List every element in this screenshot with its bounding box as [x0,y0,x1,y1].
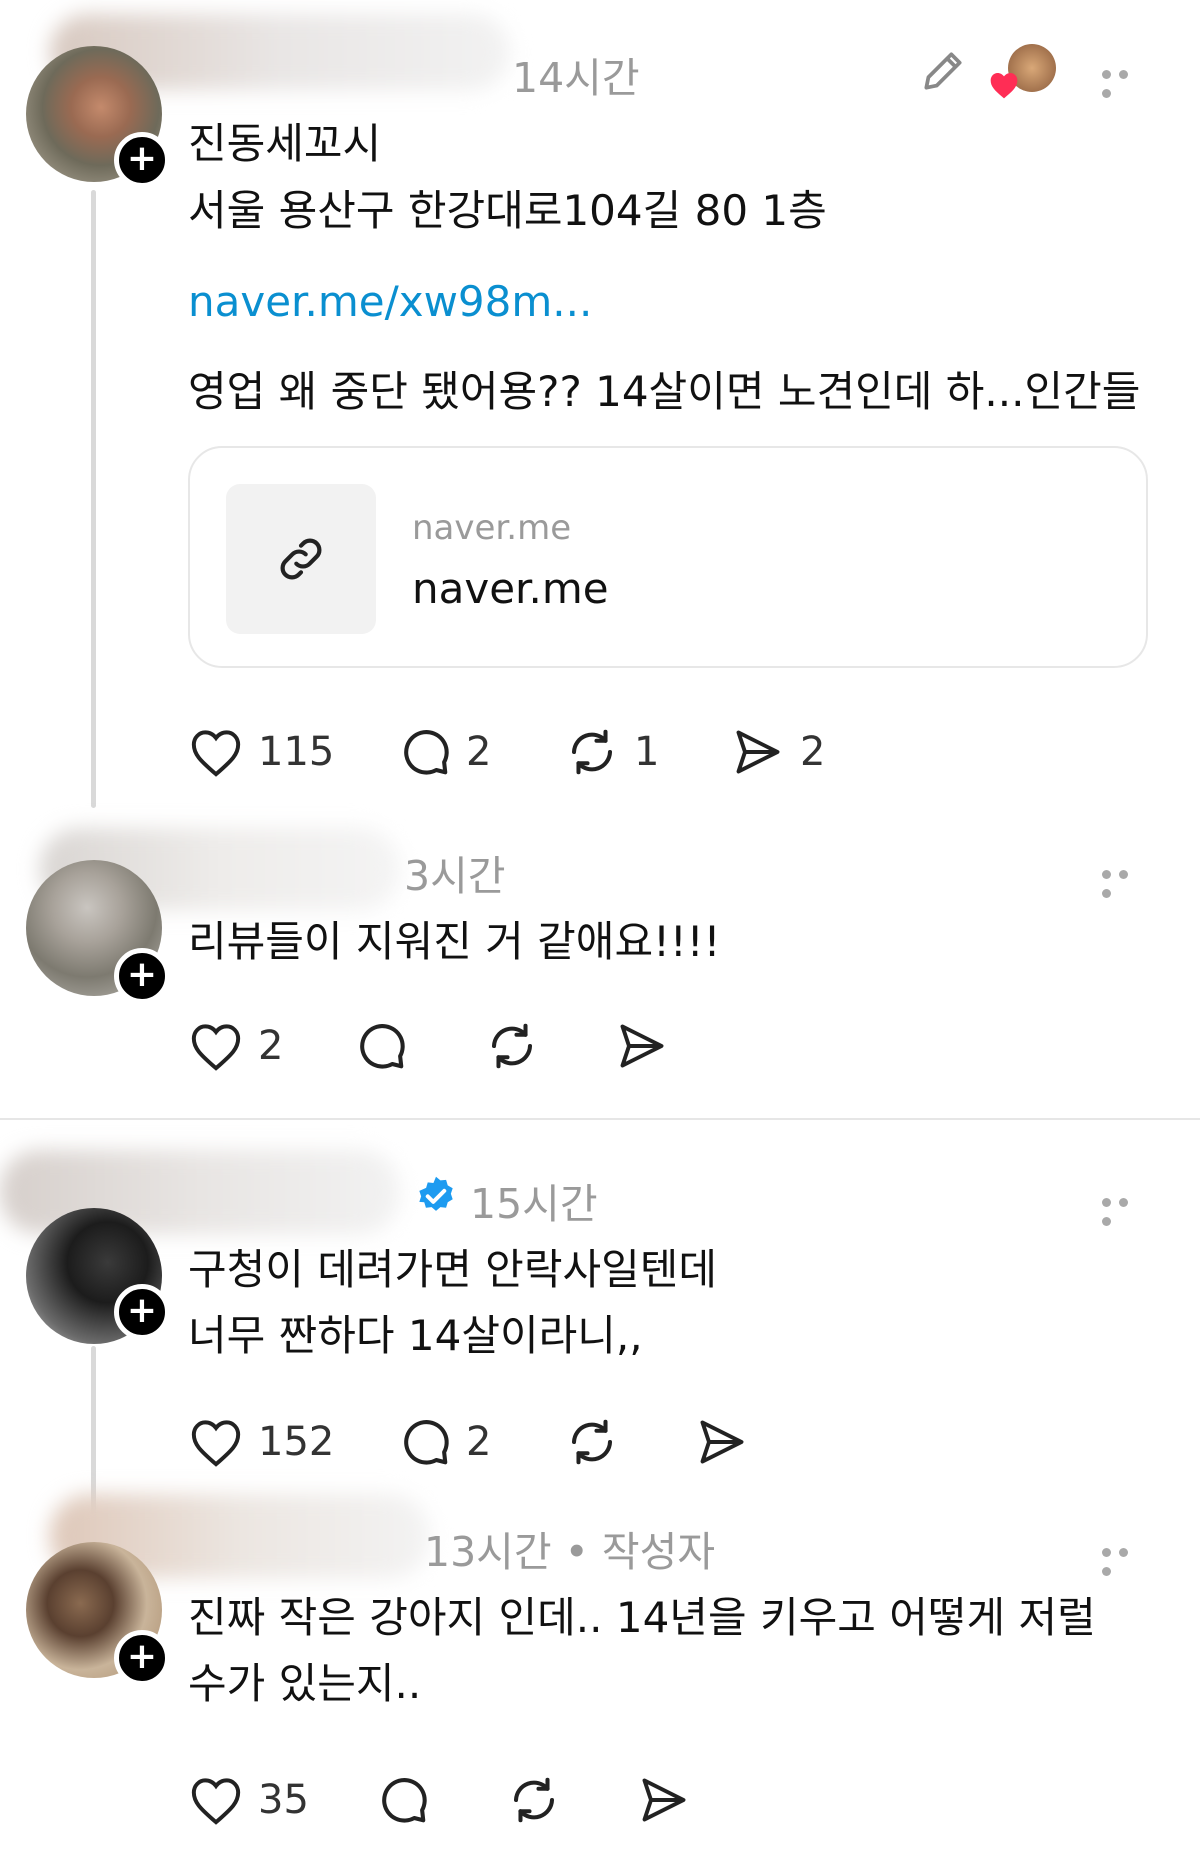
post-3: + 15시간 구청이 데려가면 안락사일텐데 너무 짠하다 14살이라니,, 1… [0,1120,1200,1622]
share-button[interactable]: 2 [730,726,825,778]
follow-button[interactable]: + [114,132,170,188]
send-icon [736,730,780,774]
repost-button[interactable] [564,1415,694,1469]
post-text-line: 수가 있는지.. [188,1659,422,1708]
post-actions: 115 2 1 2 [188,722,825,782]
post-text-line: 진동세꼬시 [188,119,382,168]
reply-button[interactable] [354,1019,484,1073]
post-time: 3시간 [404,852,506,900]
reply-count: 2 [466,729,492,775]
share-button[interactable] [694,1416,750,1468]
more-dots-icon[interactable] [1102,1192,1148,1226]
like-button[interactable]: 35 [188,1774,376,1826]
heart-icon [191,1778,241,1825]
send-icon [620,1024,664,1068]
reply-count: 2 [466,1419,492,1465]
post-actions: 2 [188,1016,670,1076]
post-4: + 13시간 • 작성자 진짜 작은 강아지 인데.. 14년을 키우고 어떻게… [0,1484,1200,1875]
post-actions: 35 [188,1770,692,1830]
link-domain: naver.me [412,508,572,548]
comment-icon [404,1420,449,1465]
like-count: 35 [258,1777,309,1823]
like-button[interactable]: 115 [188,726,398,778]
follow-button[interactable]: + [114,948,170,1004]
comment-icon [404,730,449,775]
repost-icon [571,1419,613,1465]
reply-button[interactable]: 2 [398,1415,564,1469]
post-text-line: 리뷰들이 지워진 거 같애요!!!! [188,917,721,966]
link-title: naver.me [412,564,609,613]
repost-count: 1 [634,729,660,775]
link-icon [280,538,322,580]
like-button[interactable]: 152 [188,1416,398,1468]
comment-icon [382,1778,427,1823]
share-button[interactable] [636,1774,692,1826]
link-preview-card[interactable]: naver.me naver.me [188,446,1148,668]
post-time-value: 13시간 [424,1528,552,1576]
more-dots-icon[interactable] [1102,64,1148,98]
like-button[interactable]: 2 [188,1020,354,1072]
follow-button[interactable]: + [114,1630,170,1686]
reply-button[interactable]: 2 [398,725,564,779]
reply-button[interactable] [376,1773,506,1827]
repost-button[interactable] [484,1019,614,1073]
share-button[interactable] [614,1020,670,1072]
heart-icon [191,1420,241,1467]
repost-icon [491,1023,533,1069]
heart-icon [191,1024,241,1071]
send-icon [700,1420,744,1464]
heart-icon [191,730,241,777]
more-dots-icon[interactable] [1102,1542,1148,1576]
repost-icon [571,729,613,775]
author-tag: • 작성자 [564,1528,716,1576]
post-text-line: 너무 짠하다 14살이라니,, [188,1311,643,1360]
share-count: 2 [800,729,826,775]
repost-button[interactable]: 1 [564,725,730,779]
post-text-line: 서울 용산구 한강대로104길 80 1층 [188,186,827,235]
link-thumbnail [226,484,376,634]
like-count: 152 [258,1419,335,1465]
more-dots-icon[interactable] [1102,864,1148,898]
repost-icon [513,1777,555,1823]
thread-line [91,190,96,808]
post-1: + 14시간 진동세꼬시 서울 용산구 한강대로104길 80 1층 naver… [0,0,1200,808]
heart-icon [990,73,1018,99]
post-time: 15시간 [470,1180,598,1228]
comment-icon [360,1024,405,1069]
pencil-icon[interactable] [918,46,968,96]
post-time: 14시간 [512,54,640,102]
post-text-line: 진짜 작은 강아지 인데.. 14년을 키우고 어떻게 저럴 [188,1593,1096,1642]
verified-badge-icon [419,1176,453,1211]
like-count: 2 [258,1023,284,1069]
post-2: + 3시간 리뷰들이 지워진 거 같애요!!!! 2 [0,820,1200,1118]
post-time: 13시간 • 작성자 [424,1518,715,1578]
post-link[interactable]: naver.me/xw98m... [188,268,592,335]
post-text-line: 영업 왜 중단 됐어용?? 14살이면 노견인데 하...인간들 [188,367,1141,416]
repost-button[interactable] [506,1773,636,1827]
send-icon [642,1778,686,1822]
follow-button[interactable]: + [114,1284,170,1340]
post-actions: 152 2 [188,1412,750,1472]
post-text-line: 구청이 데려가면 안락사일텐데 [188,1245,718,1294]
like-count: 115 [258,729,335,775]
